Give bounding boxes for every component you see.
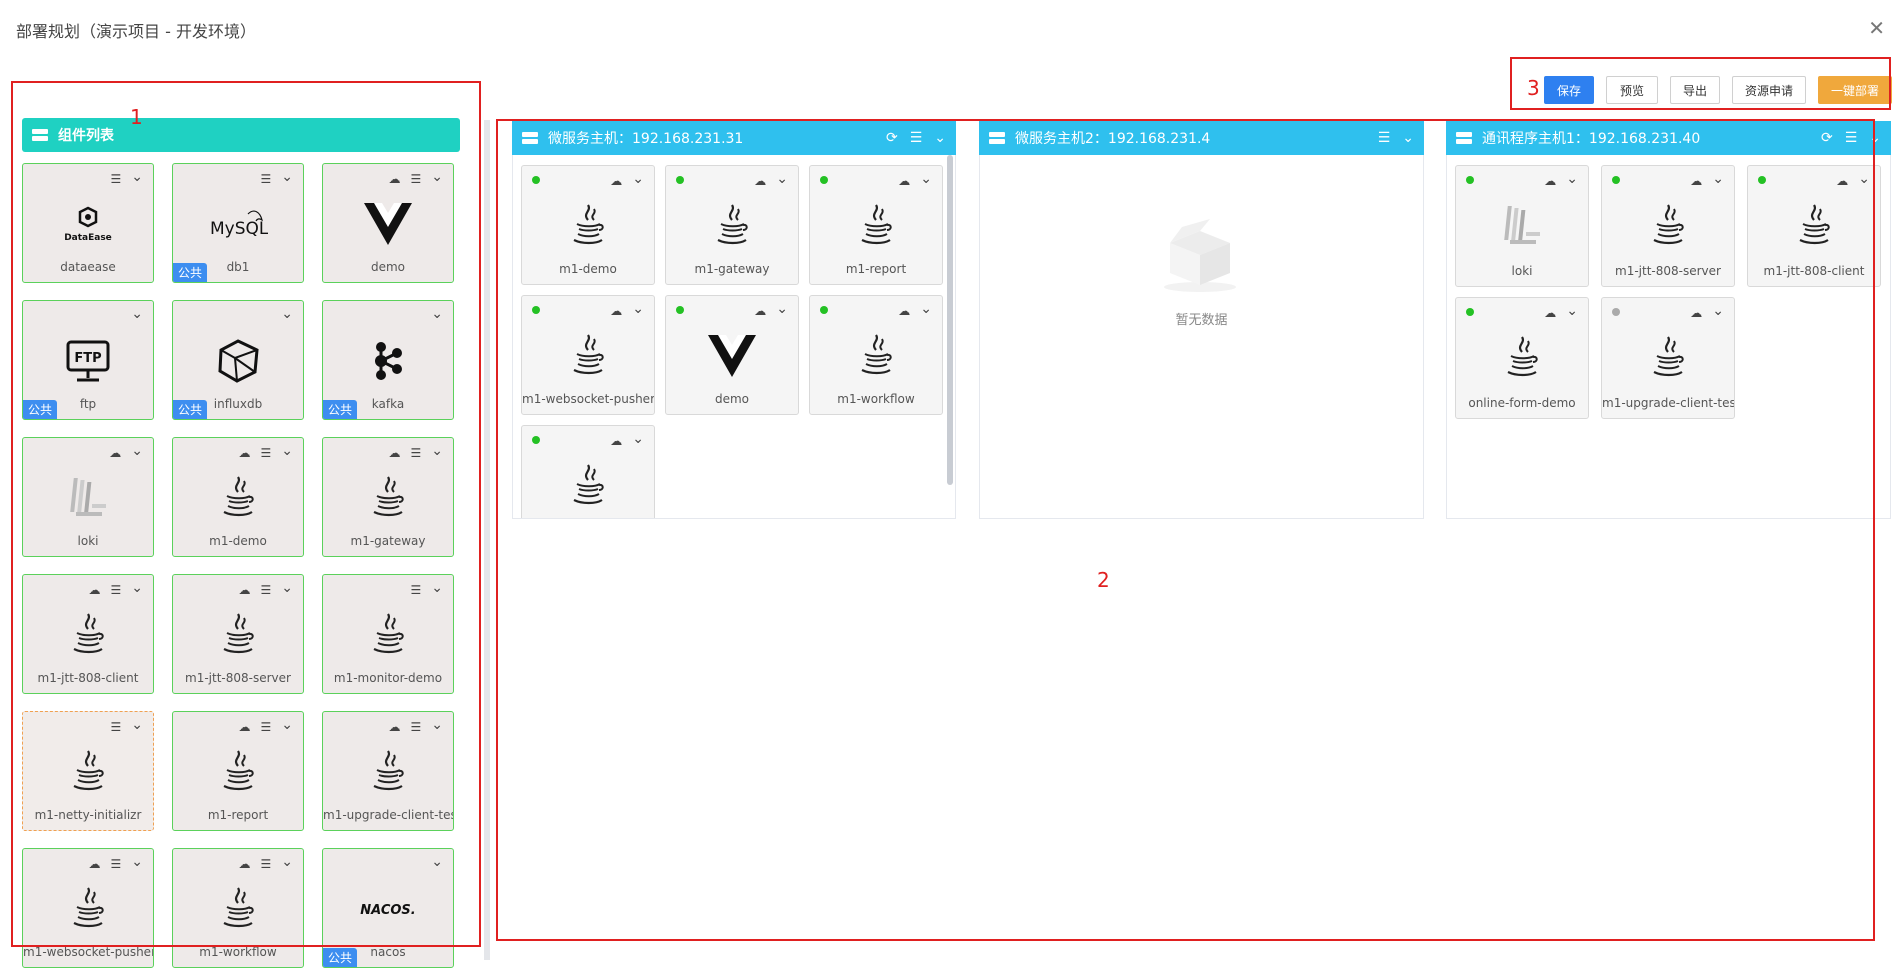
annotation-number-1: 1 [130,105,143,129]
panel-splitter[interactable] [484,120,490,960]
annotation-box-2 [496,119,1875,941]
annotation-box-1 [11,81,481,947]
annotation-number-3: 3 [1527,76,1540,100]
dialog-title: 部署规划（演示项目 - 开发环境） [16,22,256,41]
component-name: m1-workflow [199,945,277,959]
public-badge: 公共 [323,948,358,967]
component-name: m1-websocket-pusher [23,945,153,959]
annotation-box-3 [1510,57,1891,110]
close-icon[interactable]: ✕ [1868,18,1885,38]
annotation-number-2: 2 [1097,568,1110,592]
